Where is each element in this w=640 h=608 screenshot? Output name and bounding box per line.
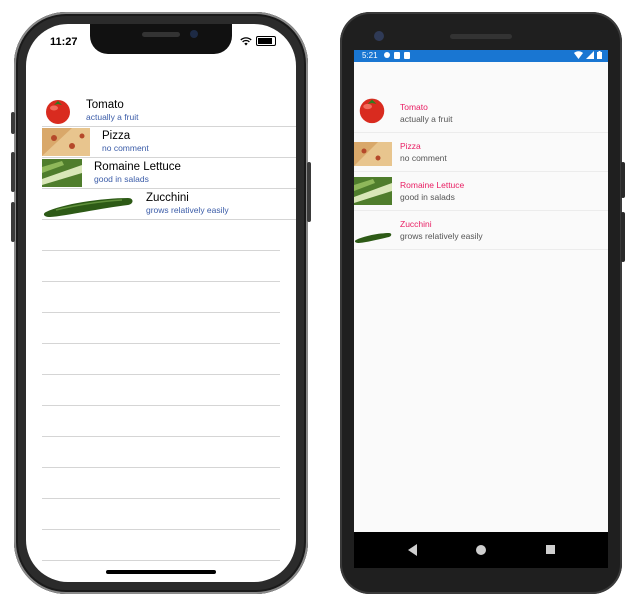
recents-icon[interactable]	[546, 545, 555, 554]
power-button	[621, 162, 625, 198]
ios-list-view[interactable]: Tomato actually a fruit Pizza no comment	[42, 96, 296, 561]
lettuce-image	[354, 177, 392, 205]
ios-notch	[90, 24, 232, 54]
item-title: Tomato	[86, 99, 124, 111]
empty-row	[42, 437, 280, 468]
ios-status-icons	[240, 36, 276, 46]
item-detail: actually a fruit	[86, 112, 139, 122]
battery-icon	[597, 51, 602, 59]
iphone-device: 11:27 Tomato actually a fruit Pizza no c…	[11, 12, 311, 594]
volume-up-button	[11, 152, 15, 192]
pizza-image	[42, 128, 90, 156]
tomato-image	[46, 100, 70, 124]
earpiece-speaker	[450, 34, 512, 39]
lettuce-image	[42, 159, 82, 187]
item-title: Zucchini	[400, 219, 432, 229]
android-device: 5:21 Tomato actually a fruit Pizza no co…	[340, 12, 625, 594]
android-status-icons	[574, 51, 602, 59]
android-status-time: 5:21	[362, 51, 378, 60]
ios-screen: 11:27 Tomato actually a fruit Pizza no c…	[26, 24, 296, 582]
item-title: Romaine Lettuce	[400, 180, 465, 190]
list-item[interactable]: Romaine Lettuce good in salads	[354, 172, 608, 211]
empty-row	[42, 313, 280, 344]
sd-card-icon	[404, 52, 410, 59]
list-item[interactable]: Romaine Lettuce good in salads	[42, 158, 296, 189]
zucchini-image	[43, 198, 133, 217]
side-button	[307, 162, 311, 222]
item-title: Pizza	[400, 141, 421, 151]
item-detail: no comment	[102, 143, 149, 153]
item-detail: good in salads	[94, 174, 149, 184]
empty-row	[42, 468, 280, 499]
home-indicator[interactable]	[106, 570, 216, 574]
item-detail: grows relatively easily	[400, 231, 483, 241]
android-status-bar: 5:21	[354, 50, 608, 62]
empty-row	[42, 375, 280, 406]
item-detail: no comment	[400, 153, 447, 163]
ios-camera	[190, 30, 198, 38]
volume-button	[621, 212, 625, 262]
empty-row	[42, 282, 280, 313]
wifi-icon	[240, 36, 252, 45]
pizza-image	[354, 142, 392, 166]
item-title: Romaine Lettuce	[94, 161, 181, 173]
item-detail: grows relatively easily	[146, 205, 229, 215]
empty-row	[42, 251, 280, 282]
back-icon[interactable]	[408, 544, 417, 556]
settings-icon	[384, 52, 390, 58]
item-detail: good in salads	[400, 192, 455, 202]
silent-switch	[11, 112, 15, 134]
item-title: Pizza	[102, 130, 131, 142]
empty-row	[42, 499, 280, 530]
android-list-view[interactable]: Tomato actually a fruit Pizza no comment	[354, 94, 608, 250]
list-item[interactable]: Zucchini grows relatively easily	[42, 189, 296, 220]
empty-row	[42, 406, 280, 437]
item-title: Zucchini	[146, 192, 189, 204]
list-item[interactable]: Tomato actually a fruit	[42, 96, 296, 127]
list-item[interactable]: Pizza no comment	[42, 127, 296, 158]
list-item[interactable]: Pizza no comment	[354, 133, 608, 172]
android-screen: 5:21 Tomato actually a fruit Pizza no co…	[354, 50, 608, 568]
signal-icon	[586, 51, 594, 59]
tomato-image	[359, 98, 385, 124]
list-item[interactable]: Zucchini grows relatively easily	[354, 211, 608, 250]
empty-row	[42, 530, 280, 561]
empty-row	[42, 220, 280, 251]
shield-icon	[394, 52, 400, 59]
wifi-icon	[574, 51, 583, 59]
item-detail: actually a fruit	[400, 114, 453, 124]
volume-down-button	[11, 202, 15, 242]
ios-speaker	[142, 32, 180, 37]
front-camera	[374, 31, 384, 41]
android-navigation-bar	[354, 532, 608, 568]
battery-icon	[256, 36, 276, 46]
home-icon[interactable]	[476, 545, 486, 555]
list-item[interactable]: Tomato actually a fruit	[354, 94, 608, 133]
item-title: Tomato	[400, 102, 428, 112]
ios-status-time: 11:27	[50, 36, 78, 48]
zucchini-image	[354, 233, 392, 243]
empty-row	[42, 344, 280, 375]
